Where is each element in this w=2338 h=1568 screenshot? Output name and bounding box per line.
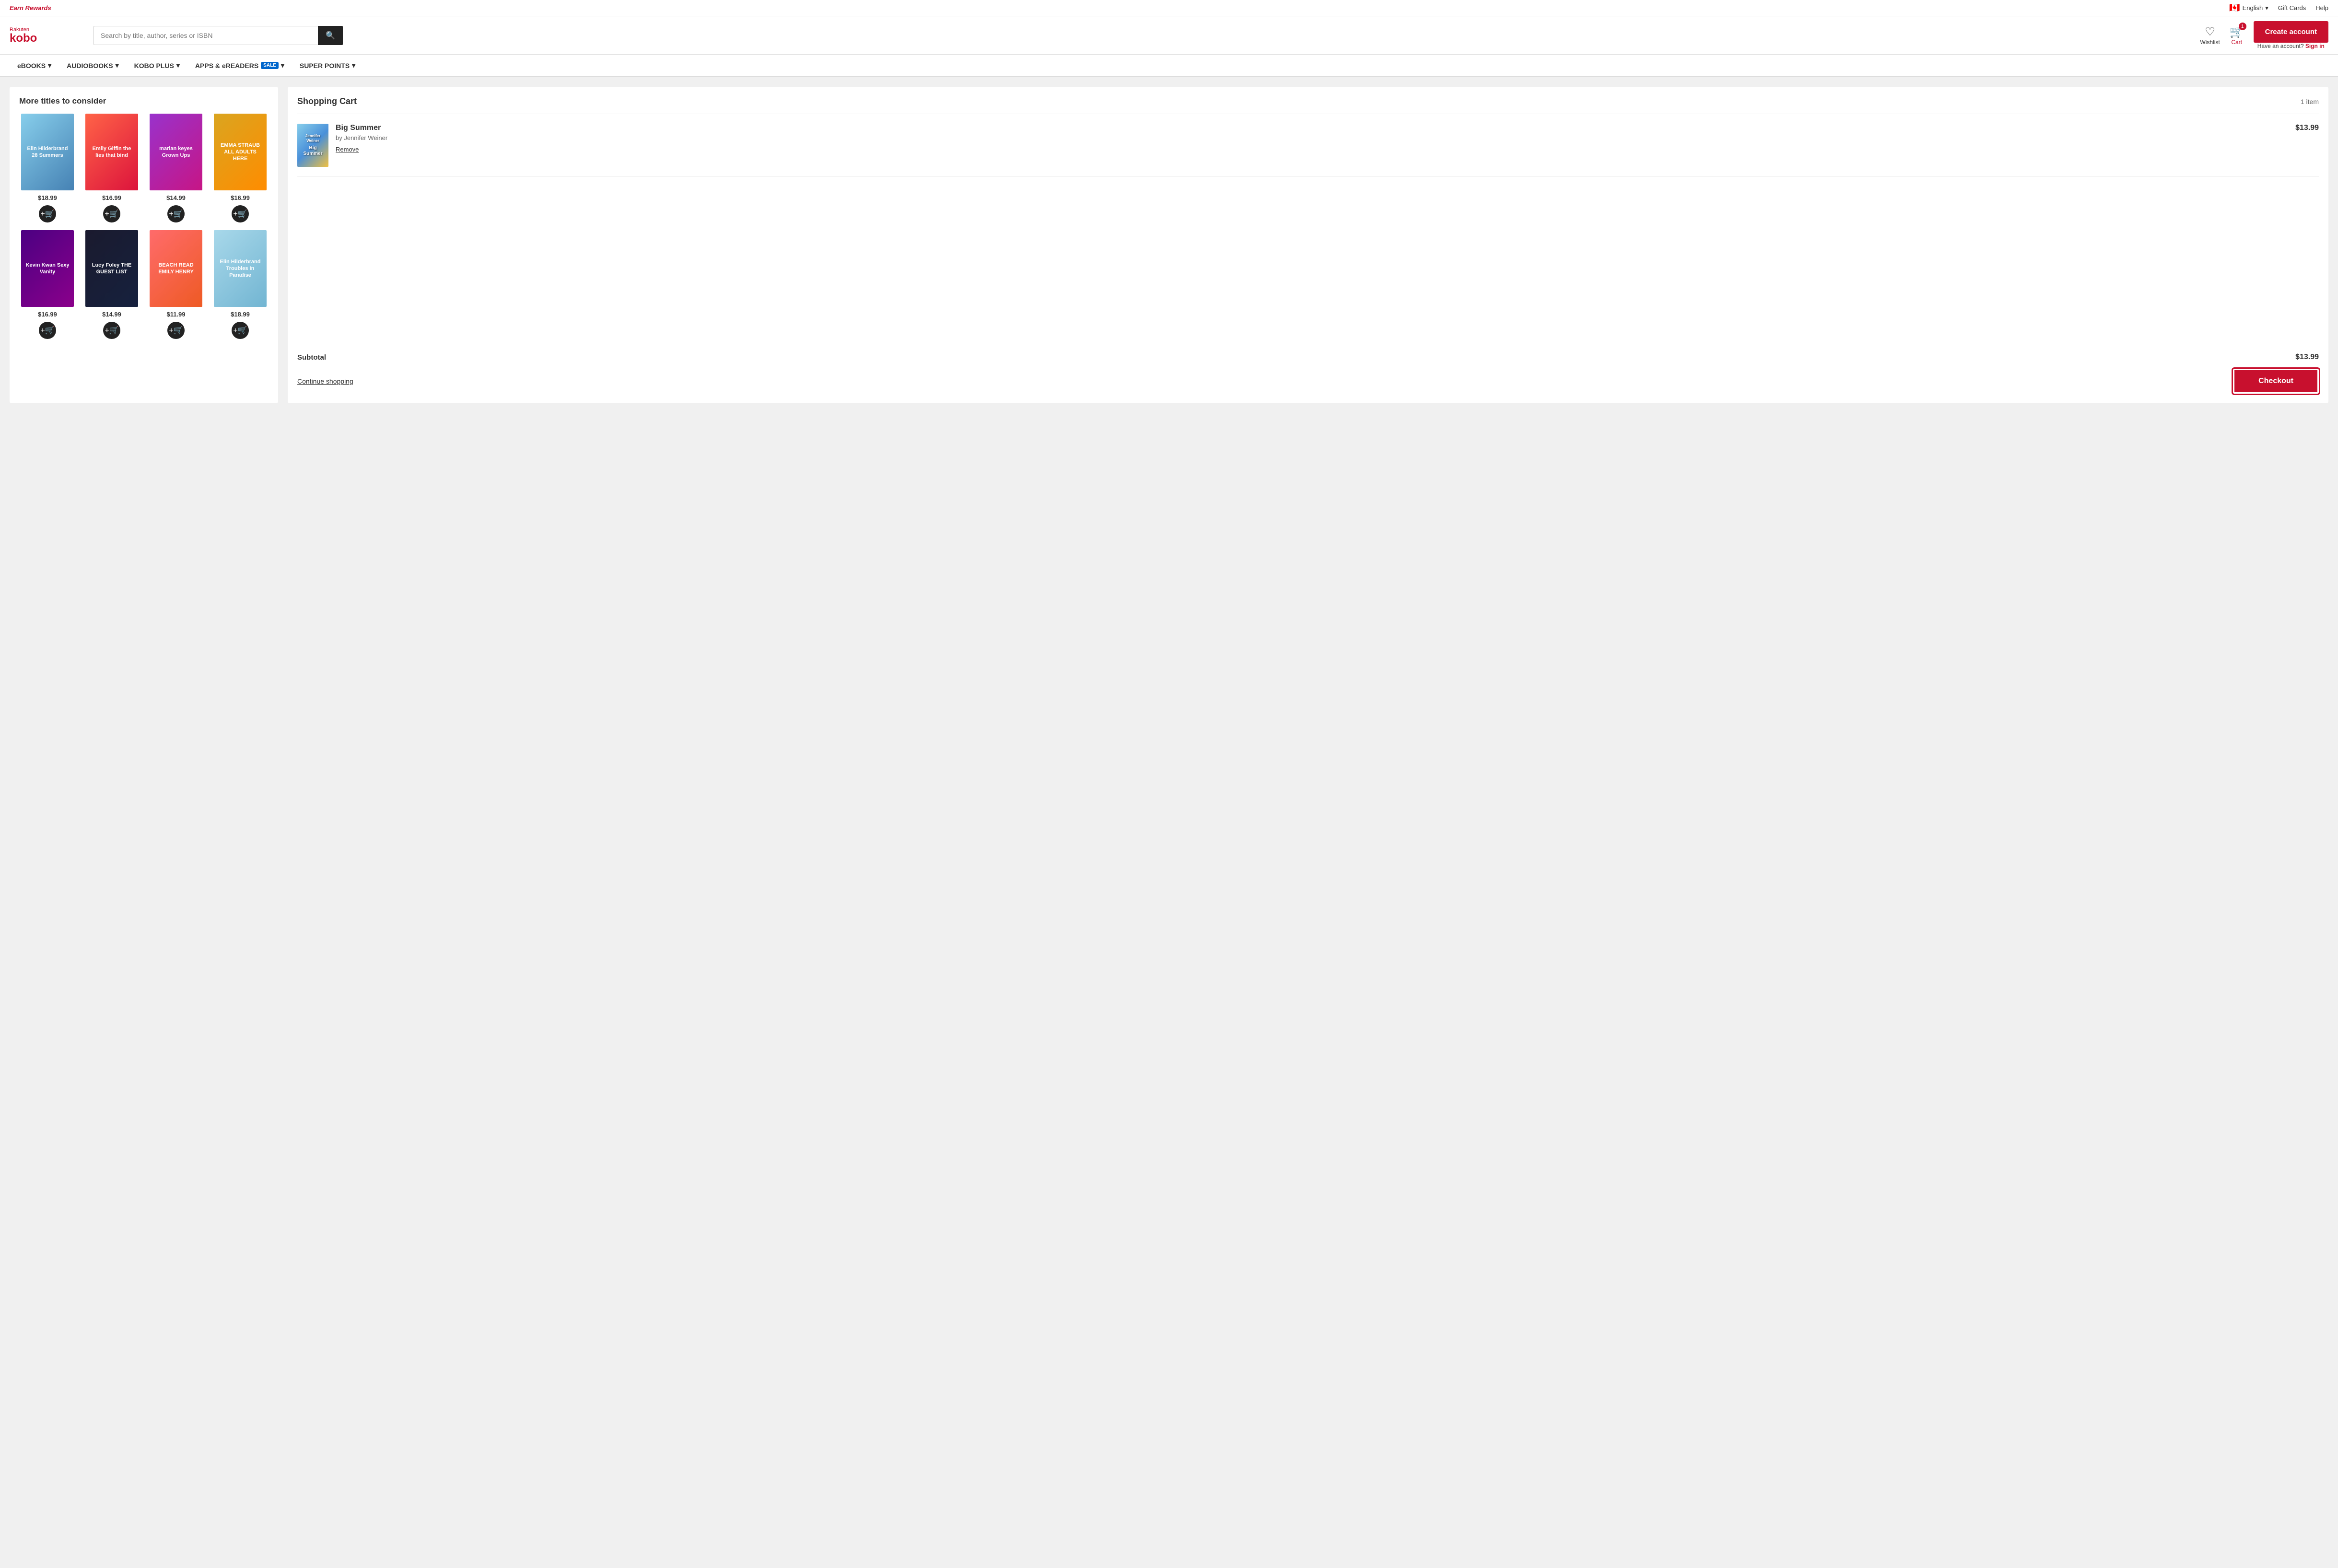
book-price: $18.99 [231,311,250,318]
cart-badge: 1 [2239,23,2246,30]
main-header: Rakuten kobo 🔍 ♡ Wishlist 🛒 1 Cart Creat… [0,16,2338,55]
book-price: $18.99 [38,194,57,201]
add-to-cart-button[interactable]: +🛒 [167,322,185,339]
header-actions: ♡ Wishlist 🛒 1 Cart Create account Have … [2200,21,2328,49]
book-item: Lucy Foley THE GUEST LIST $14.99 +🛒 [83,230,140,339]
checkout-button[interactable]: Checkout [2233,369,2319,394]
add-to-cart-button[interactable]: +🛒 [103,322,120,339]
chevron-down-icon: ▾ [176,61,180,70]
books-grid: Elin Hilderbrand 28 Summers$18.99+🛒Emily… [19,114,269,339]
chevron-down-icon: ▾ [281,61,284,70]
add-to-cart-button[interactable]: +🛒 [103,205,120,222]
earn-rewards-link[interactable]: Earn Rewards [10,4,51,12]
signin-link[interactable]: Sign in [2305,43,2325,49]
cart-item: Jennifer Weiner BigSummer Big Summer by … [297,124,2319,177]
nav-apps-ereaders[interactable]: APPS & eREADERS SALE ▾ [187,55,292,76]
wishlist-button[interactable]: ♡ Wishlist [2200,25,2220,46]
heart-icon: ♡ [2205,25,2215,39]
add-to-cart-button[interactable]: +🛒 [167,205,185,222]
chevron-down-icon: ▾ [352,61,355,70]
flag-icon: 🇨🇦 [2229,3,2240,13]
book-cover[interactable]: Lucy Foley THE GUEST LIST [85,230,138,307]
nav-super-points[interactable]: SUPER POINTS ▾ [292,55,363,76]
add-to-cart-button[interactable]: +🛒 [232,322,249,339]
book-cover[interactable]: Elin Hilderbrand Troubles in Paradise [214,230,267,307]
cart-title: Shopping Cart [297,96,357,106]
cart-book-price: $13.99 [2295,124,2319,132]
cart-item-count: 1 item [2301,98,2319,105]
nav-ebooks[interactable]: eBOOKS ▾ [10,55,59,76]
help-link[interactable]: Help [2315,4,2328,12]
subtotal-row: Subtotal $13.99 [297,353,2319,362]
cart-book-info: Big Summer by Jennifer Weiner Remove [336,124,2288,153]
book-item: Emily Giffin the lies that bind $16.99 +🛒 [83,114,140,222]
chevron-down-icon: ▾ [2265,4,2268,12]
cart-label: Cart [2231,39,2242,46]
add-to-cart-button[interactable]: +🛒 [39,205,56,222]
promo-bar: Earn Rewards 🇨🇦 English ▾ Gift Cards Hel… [0,0,2338,16]
titles-panel: More titles to consider Elin Hilderbrand… [10,87,278,403]
main-content: More titles to consider Elin Hilderbrand… [0,77,2338,413]
book-cover[interactable]: Emily Giffin the lies that bind [85,114,138,190]
book-price: $14.99 [166,194,186,201]
cart-header: Shopping Cart 1 item [297,96,2319,114]
cart-book-author: by Jennifer Weiner [336,134,2288,141]
search-bar: 🔍 [94,26,343,45]
cart-plus-icon: +🛒 [105,326,118,335]
sale-badge: SALE [261,62,279,69]
book-cover[interactable]: Kevin Kwan Sexy Vanity [21,230,74,307]
wishlist-label: Wishlist [2200,39,2220,46]
book-cover[interactable]: Elin Hilderbrand 28 Summers [21,114,74,190]
remove-button[interactable]: Remove [336,146,359,153]
cart-footer: Subtotal $13.99 Continue shopping Checko… [297,343,2319,394]
create-account-button[interactable]: Create account [2254,21,2328,43]
book-item: BEACH READ EMILY HENRY $11.99 +🛒 [148,230,204,339]
language-label: English [2243,4,2263,12]
book-item: Kevin Kwan Sexy Vanity $16.99 +🛒 [19,230,76,339]
book-item: Elin Hilderbrand 28 Summers $18.99 +🛒 [19,114,76,222]
gift-cards-link[interactable]: Gift Cards [2278,4,2306,12]
cart-plus-icon: +🛒 [40,326,54,335]
book-price: $16.99 [102,194,121,201]
cart-plus-icon: +🛒 [233,209,247,219]
add-to-cart-button[interactable]: +🛒 [39,322,56,339]
logo[interactable]: Rakuten kobo [10,27,86,44]
nav-bar: eBOOKS ▾ AUDIOBOOKS ▾ KOBO PLUS ▾ APPS &… [0,55,2338,77]
cart-plus-icon: +🛒 [105,209,118,219]
book-item: Elin Hilderbrand Troubles in Paradise $18… [212,230,269,339]
subtotal-label: Subtotal [297,353,326,362]
cart-panel: Shopping Cart 1 item Jennifer Weiner Big… [288,87,2328,403]
book-item: marian keyes Grown Ups $14.99 +🛒 [148,114,204,222]
book-price: $16.99 [38,311,57,318]
cart-book-cover: Jennifer Weiner BigSummer [297,124,328,167]
cart-actions: Continue shopping Checkout [297,369,2319,394]
cart-plus-icon: +🛒 [169,326,183,335]
cart-plus-icon: +🛒 [169,209,183,219]
book-price: $14.99 [102,311,121,318]
add-to-cart-button[interactable]: +🛒 [232,205,249,222]
chevron-down-icon: ▾ [48,61,51,70]
cart-book-title: Big Summer [336,124,2288,132]
book-cover[interactable]: BEACH READ EMILY HENRY [150,230,202,307]
continue-shopping-button[interactable]: Continue shopping [297,377,353,385]
book-price: $11.99 [166,311,185,318]
subtotal-amount: $13.99 [2295,353,2319,362]
nav-kobo-plus[interactable]: KOBO PLUS ▾ [127,55,187,76]
language-selector[interactable]: 🇨🇦 English ▾ [2229,3,2268,13]
book-cover[interactable]: marian keyes Grown Ups [150,114,202,190]
book-item: EMMA STRAUB ALL ADULTS HERE $16.99 +🛒 [212,114,269,222]
chevron-down-icon: ▾ [116,61,119,70]
account-section: Create account Have an account? Sign in [2254,21,2328,49]
cart-plus-icon: +🛒 [40,209,54,219]
search-icon: 🔍 [326,32,335,40]
nav-audiobooks[interactable]: AUDIOBOOKS ▾ [59,55,126,76]
search-button[interactable]: 🔍 [318,26,343,45]
search-input[interactable] [94,26,318,45]
signin-prompt: Have an account? Sign in [2254,43,2328,49]
cart-button[interactable]: 🛒 1 Cart [2230,25,2244,46]
cart-plus-icon: +🛒 [233,326,247,335]
book-price: $16.99 [231,194,250,201]
titles-heading: More titles to consider [19,96,269,106]
book-cover[interactable]: EMMA STRAUB ALL ADULTS HERE [214,114,267,190]
